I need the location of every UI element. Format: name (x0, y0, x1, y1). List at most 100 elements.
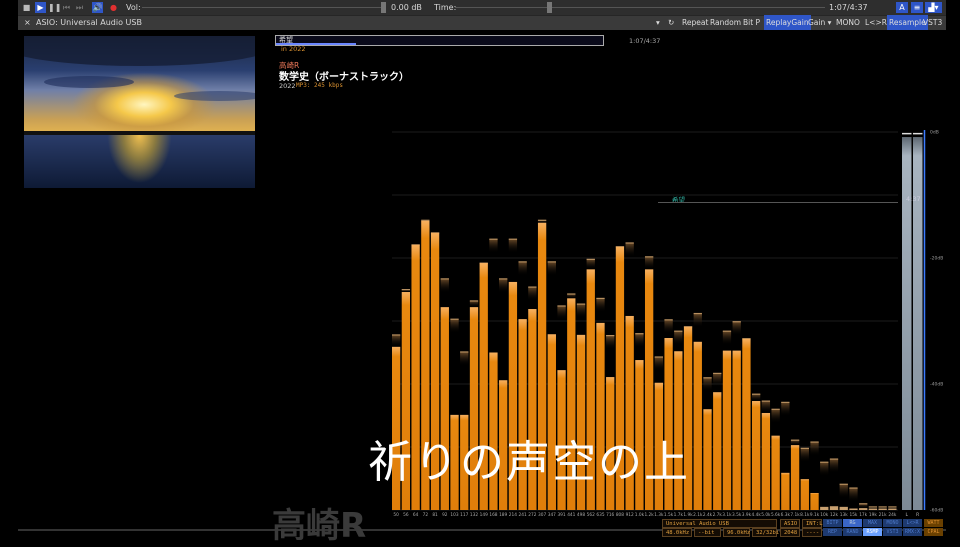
peak-trail (732, 321, 741, 336)
rmx-indicator[interactable]: RMX:X (903, 528, 922, 536)
peak-marker (644, 256, 654, 258)
peak-marker (790, 439, 800, 441)
peak-trail (674, 331, 683, 346)
peak-trail (781, 402, 790, 417)
peak-trail (547, 261, 556, 276)
peak-marker (518, 261, 527, 263)
spectrum-bar (810, 492, 819, 510)
peak-trail (528, 286, 537, 301)
peak-trail (693, 313, 702, 328)
freq-label: 1.0k (635, 512, 645, 518)
peak-marker (820, 461, 829, 463)
peak-marker (839, 483, 848, 485)
peak-marker (576, 303, 586, 305)
lr-indicator[interactable]: L<>R (903, 519, 922, 527)
cpal-indicator[interactable]: CPAL (924, 528, 943, 536)
watt-indicator[interactable]: WATT (924, 519, 943, 527)
freq-label: 117 (460, 512, 468, 518)
peak-marker (761, 400, 771, 402)
peak-marker (781, 401, 790, 403)
marker-line (658, 202, 898, 203)
peak-marker (625, 242, 634, 244)
freq-label: 6.3k (781, 512, 791, 518)
peak-marker (508, 238, 518, 240)
peak-marker (800, 447, 809, 449)
freq-label: 5.6k (771, 512, 781, 518)
freq-label: 391 (557, 512, 565, 518)
spectrum-bar (693, 341, 702, 510)
peak-trail (752, 394, 761, 402)
status-int: INT:L (802, 519, 823, 528)
freq-label: 132 (470, 512, 478, 518)
peak-marker (460, 351, 469, 353)
spectrum-bar (790, 445, 800, 510)
peak-marker (732, 321, 741, 323)
meter-label: R (916, 512, 919, 518)
peak-trail (839, 484, 848, 499)
max-indicator[interactable]: MAX (863, 519, 882, 527)
peak-trail (450, 319, 459, 334)
db-tick-label: -20dB (930, 256, 943, 262)
peak-marker (703, 377, 712, 379)
freq-label: 3.9k (742, 512, 752, 518)
spectrum-bar (732, 350, 741, 510)
peak-trail (664, 319, 673, 334)
peak-trail (713, 373, 722, 388)
level-peak-r (913, 132, 923, 135)
freq-label: 1.5k (664, 512, 674, 518)
status-device: Universal Audio USB (662, 519, 777, 528)
freq-label: 3.5k (732, 512, 742, 518)
peak-marker (849, 487, 858, 489)
freq-label: 168 (489, 512, 497, 518)
peak-marker (586, 258, 595, 260)
freq-label: 1.2k (644, 512, 654, 518)
spectrum-bar (888, 508, 897, 510)
peak-marker (557, 305, 566, 307)
peak-marker (654, 356, 664, 358)
rsmp-indicator[interactable]: RSMP (863, 528, 882, 536)
vst3-indicator[interactable]: VST3 (883, 528, 902, 536)
peak-trail (392, 334, 401, 347)
freq-label: 716 (606, 512, 614, 518)
peak-trail (499, 278, 508, 293)
freq-label: 15k (849, 512, 857, 518)
freq-label: 189 (499, 512, 507, 518)
bitp-indicator[interactable]: BITP (823, 519, 842, 527)
freq-label: 10k (820, 512, 828, 518)
peak-trail (654, 356, 664, 371)
freq-label: 441 (567, 512, 575, 518)
freq-label: 562 (587, 512, 595, 518)
peak-marker (868, 506, 878, 508)
rep-indicator[interactable]: REP (823, 528, 842, 536)
status-bits: --bit (694, 528, 721, 537)
freq-label: 92 (442, 512, 448, 518)
freq-label: 5.0k (761, 512, 771, 518)
freq-label: 81 (432, 512, 438, 518)
peak-trail (722, 331, 732, 346)
peak-marker (606, 334, 615, 337)
spectrum-bar (722, 350, 732, 510)
peak-marker (693, 312, 702, 315)
peak-trail (557, 305, 566, 320)
freq-label: 3.1k (722, 512, 732, 518)
peak-marker (713, 372, 722, 374)
status-bitdepth: 32/32bit (752, 528, 783, 537)
spectrum-bar (859, 508, 868, 510)
status-rate-in: 48.0kHz (662, 528, 692, 537)
peak-trail (606, 335, 615, 350)
peak-marker (635, 333, 644, 335)
peak-trail (440, 278, 449, 293)
mono-indicator[interactable]: MONO (883, 519, 902, 527)
rg-indicator[interactable]: RG (843, 519, 862, 527)
peak-trail (596, 298, 605, 313)
rand-indicator[interactable]: RAND (843, 528, 862, 536)
level-meter-l (902, 137, 912, 511)
level-meter-r (913, 137, 923, 511)
peak-marker (450, 318, 459, 320)
peak-trail (771, 409, 780, 424)
spectrum-bar (703, 409, 712, 510)
peak-marker (440, 278, 449, 280)
peak-marker (528, 286, 537, 288)
spectrum-bar (742, 338, 751, 510)
peak-trail (829, 458, 839, 473)
